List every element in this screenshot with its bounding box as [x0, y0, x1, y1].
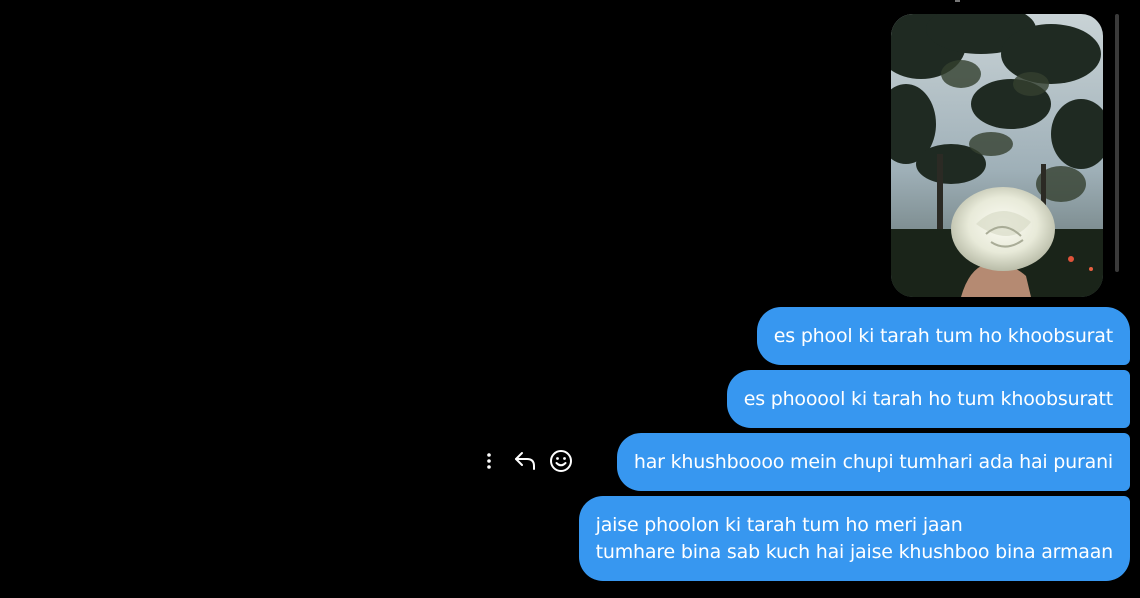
- message-hover-actions: [474, 446, 582, 476]
- top-divider: [955, 0, 960, 2]
- message-bubble[interactable]: es phool ki tarah tum ho khoobsurat: [756, 307, 1130, 365]
- more-options-icon[interactable]: [474, 446, 504, 476]
- rose-photo-image: [891, 14, 1103, 297]
- chat-thread: es phool ki tarah tum ho khoobsurat es p…: [0, 0, 1140, 598]
- message-text: es phool ki tarah tum ho khoobsurat: [773, 324, 1113, 347]
- message-text: har khushboooo mein chupi tumhari ada ha…: [633, 450, 1113, 473]
- message-text-line: jaise phoolon ki tarah tum ho meri jaan: [595, 513, 963, 536]
- shared-photo[interactable]: [891, 14, 1103, 297]
- message-bubble[interactable]: jaise phoolon ki tarah tum ho meri jaan …: [578, 496, 1130, 581]
- message-text-line: tumhare bina sab kuch hai jaise khushboo…: [595, 540, 1114, 563]
- message-bubble[interactable]: es phooool ki tarah ho tum khoobsuratt: [726, 370, 1130, 428]
- scrollbar[interactable]: [1115, 14, 1119, 272]
- message-text: es phooool ki tarah ho tum khoobsuratt: [743, 387, 1113, 410]
- message-bubble[interactable]: har khushboooo mein chupi tumhari ada ha…: [616, 433, 1130, 491]
- reply-icon[interactable]: [510, 446, 540, 476]
- emoji-react-icon[interactable]: [546, 446, 576, 476]
